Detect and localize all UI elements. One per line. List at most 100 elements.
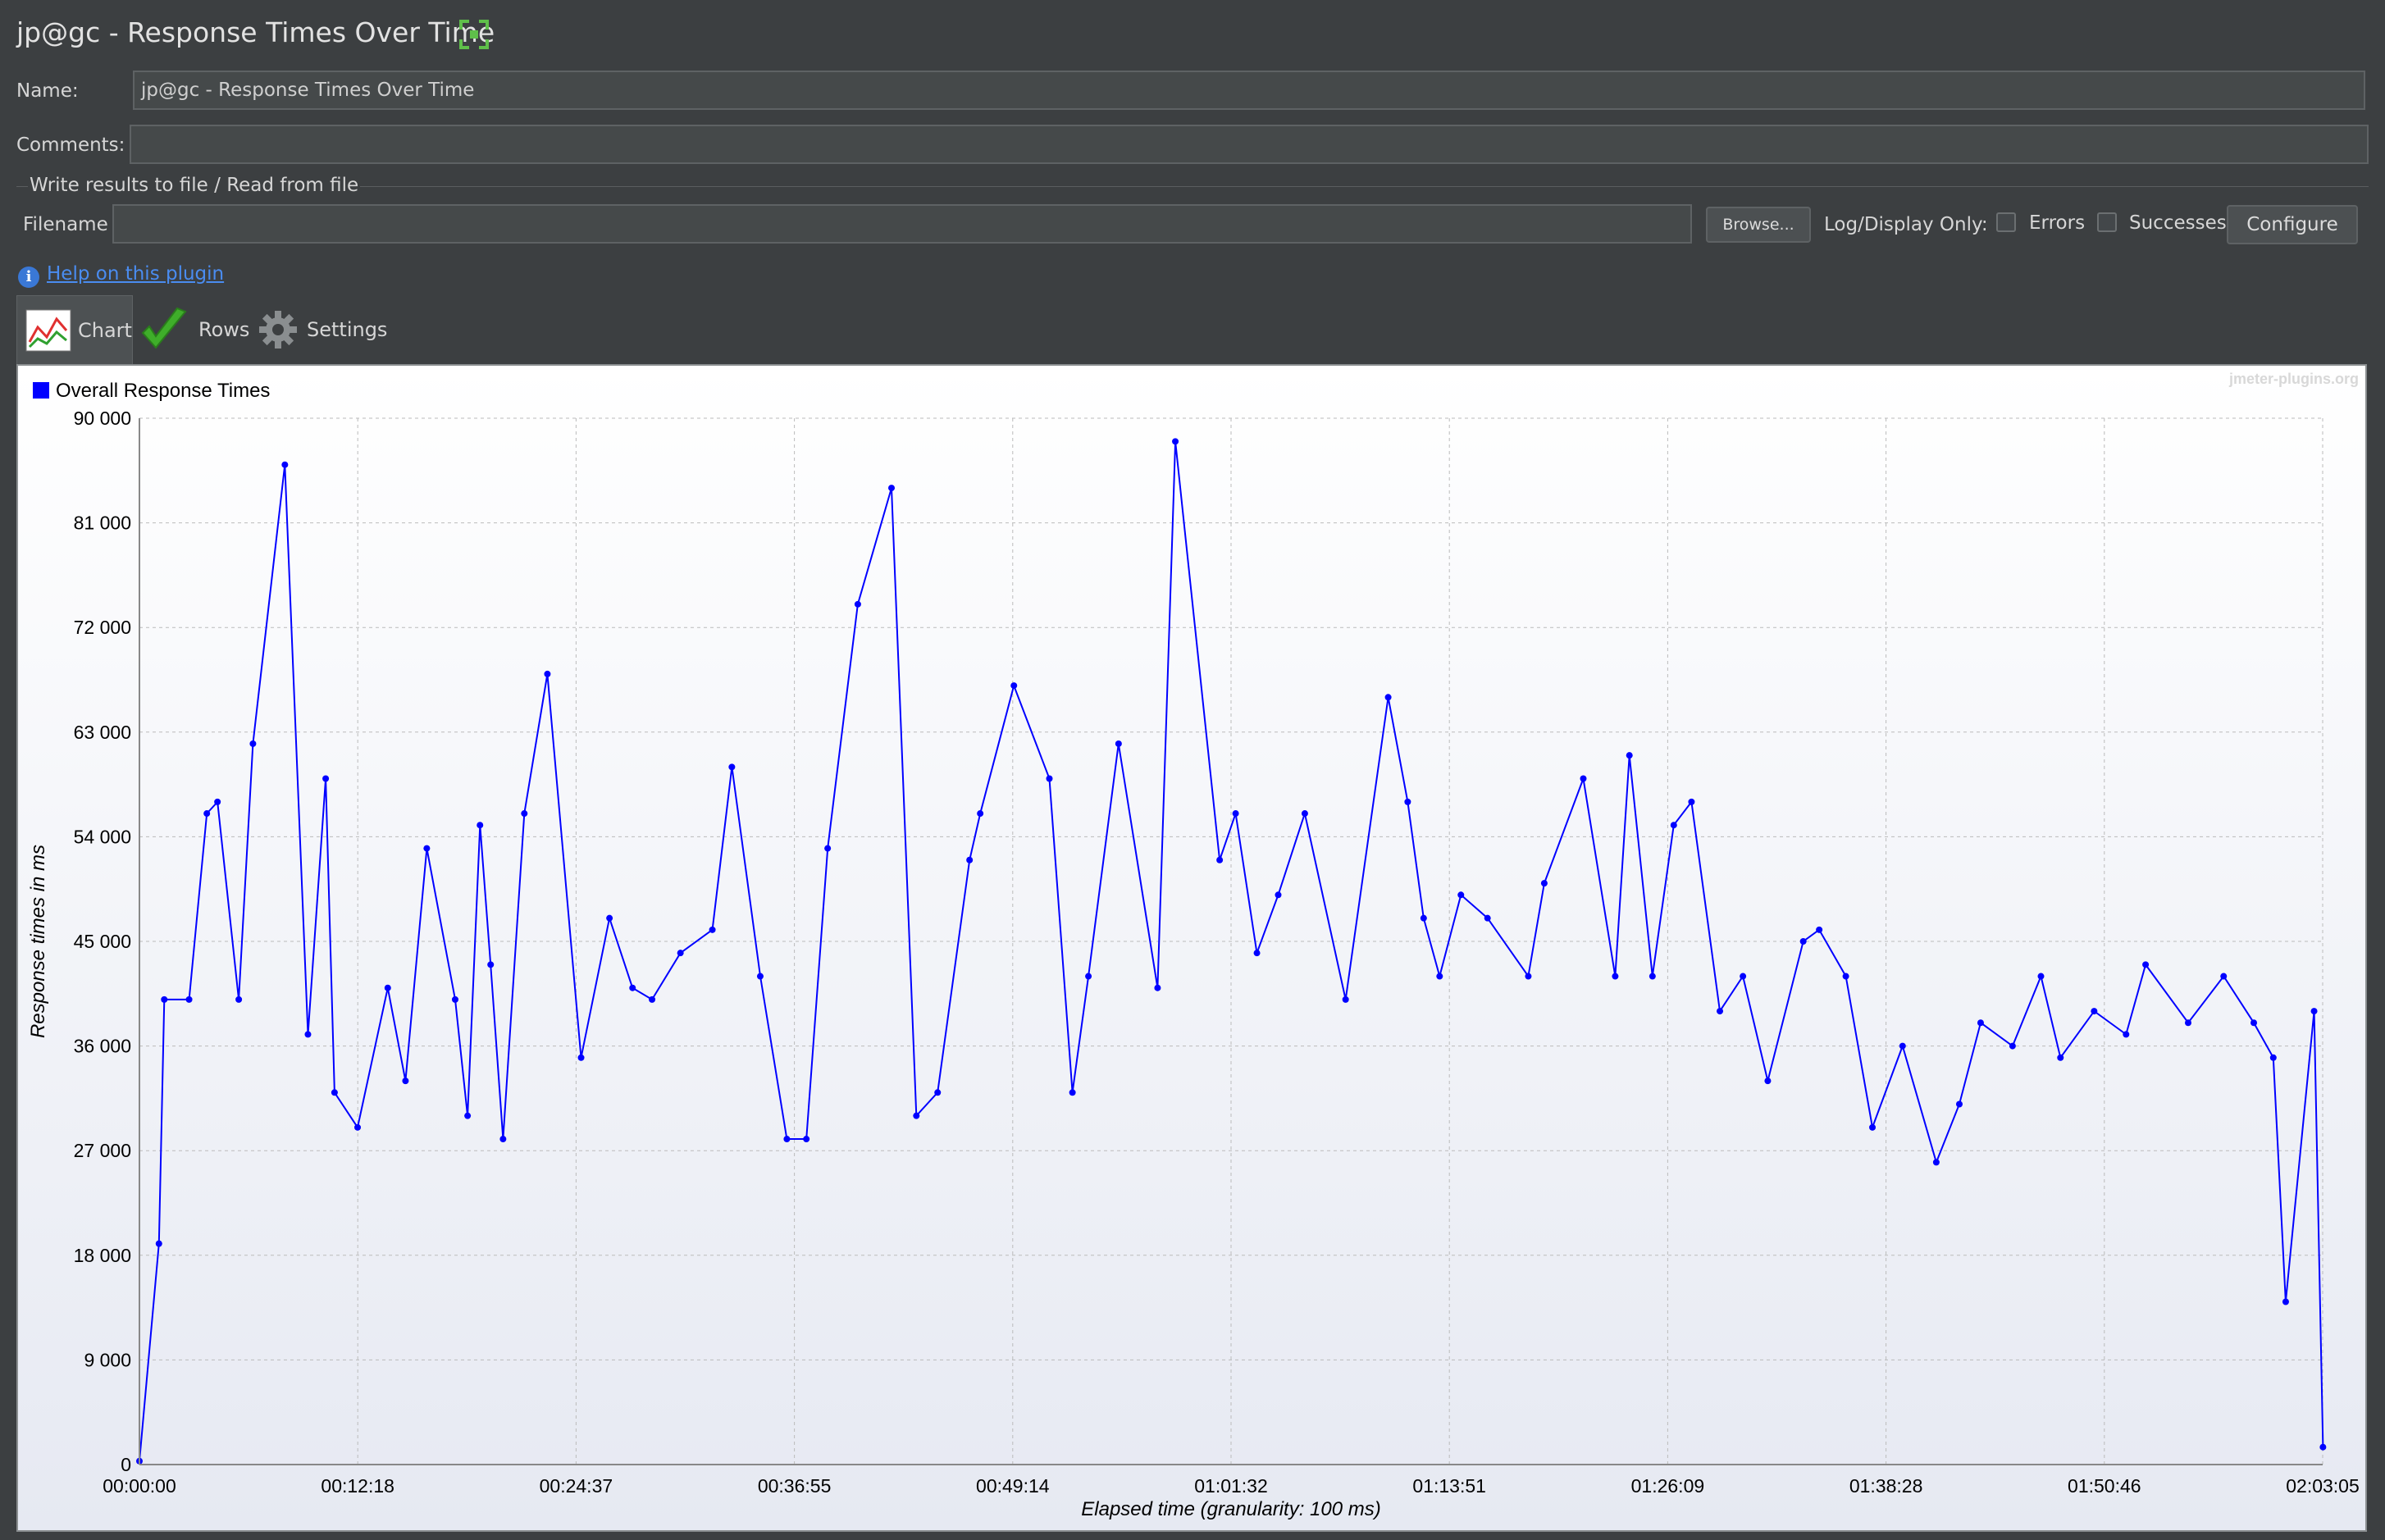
y-tick-label: 81 000: [74, 513, 131, 534]
comments-field[interactable]: [130, 125, 2369, 164]
data-point: [322, 775, 330, 782]
x-tick-label: 02:03:05: [2286, 1475, 2360, 1497]
x-tick-label: 00:24:37: [540, 1475, 613, 1497]
y-axis-ticks: 0 9 000 18 000 27 000 36 000 45 000 54 000 63 0…: [74, 408, 131, 1475]
data-point: [728, 763, 736, 771]
name-label: Name:: [16, 80, 79, 102]
data-point: [2220, 973, 2228, 980]
chart-icon: [25, 309, 71, 352]
filename-field[interactable]: [112, 204, 1692, 244]
tab-chart[interactable]: Chart: [16, 295, 133, 365]
errors-label: Errors: [2029, 212, 2086, 234]
data-point: [521, 810, 528, 818]
comments-label: Comments:: [16, 134, 125, 156]
data-point: [487, 961, 495, 968]
y-axis-title: Response times in ms: [27, 845, 49, 1038]
data-point: [331, 1089, 338, 1096]
data-point: [155, 1240, 162, 1247]
data-point: [934, 1089, 942, 1096]
data-point: [464, 1112, 472, 1119]
data-point: [888, 485, 896, 492]
data-point: [1816, 926, 1823, 933]
data-point: [1301, 810, 1308, 818]
data-point: [1717, 1008, 1724, 1015]
tab-rows-label: Rows: [198, 318, 250, 341]
data-point: [384, 984, 391, 991]
data-point: [709, 926, 716, 933]
data-point: [803, 1136, 810, 1143]
data-point: [1626, 752, 1633, 759]
data-point: [235, 996, 243, 1003]
x-tick-label: 00:00:00: [103, 1475, 176, 1497]
x-tick-label: 01:13:51: [1412, 1475, 1486, 1497]
expand-icon[interactable]: [459, 20, 489, 49]
name-field[interactable]: jp@gc - Response Times Over Time: [133, 71, 2365, 110]
data-point: [1436, 973, 1443, 980]
y-tick-label: 45 000: [74, 931, 131, 952]
data-point: [1764, 1078, 1772, 1085]
data-point: [402, 1078, 409, 1085]
data-point: [499, 1136, 507, 1143]
y-tick-label: 0: [121, 1454, 131, 1475]
data-point: [2250, 1019, 2258, 1027]
data-point: [2123, 1031, 2130, 1038]
tab-rows[interactable]: Rows: [138, 295, 253, 364]
data-point: [304, 1031, 312, 1038]
data-point: [249, 740, 257, 747]
legend-label: Overall Response Times: [56, 380, 270, 402]
data-point: [281, 461, 289, 468]
data-point: [2184, 1019, 2191, 1027]
data-point: [649, 996, 656, 1003]
tab-settings[interactable]: Settings: [258, 295, 389, 364]
x-axis-ticks: 00:00:00 00:12:18 00:24:37 00:36:55 00:49:14…: [103, 1475, 2360, 1497]
data-point: [2037, 973, 2045, 980]
data-point: [1899, 1042, 1906, 1050]
chart-panel: 0 9 000 18 000 27 000 36 000 45 000 54 000 63 0…: [16, 364, 2367, 1532]
configure-button[interactable]: Configure: [2227, 205, 2358, 244]
tab-settings-label: Settings: [307, 318, 388, 341]
x-tick-label: 01:26:09: [1631, 1475, 1705, 1497]
chart-grid: [139, 417, 2323, 1465]
data-point: [1232, 810, 1239, 818]
help-link[interactable]: Help on this plugin: [47, 263, 224, 285]
y-tick-label: 18 000: [74, 1245, 131, 1266]
legend-swatch: [33, 382, 49, 399]
data-point: [1956, 1100, 1963, 1108]
data-point: [1085, 973, 1092, 980]
data-point: [824, 845, 832, 852]
data-point: [1420, 914, 1427, 922]
x-tick-label: 00:36:55: [758, 1475, 832, 1497]
data-point: [1525, 973, 1532, 980]
browse-button[interactable]: Browse...: [1706, 207, 1811, 243]
watermark: jmeter-plugins.org: [2228, 371, 2359, 387]
data-point: [756, 973, 764, 980]
data-point: [966, 856, 974, 863]
data-point: [2091, 1008, 2098, 1015]
data-point: [1869, 1123, 1877, 1131]
data-point: [2009, 1042, 2016, 1050]
y-tick-label: 54 000: [74, 826, 131, 847]
data-point: [854, 600, 861, 608]
successes-checkbox[interactable]: [2097, 212, 2117, 232]
errors-checkbox[interactable]: [1996, 212, 2016, 232]
data-point: [1154, 984, 1161, 991]
filename-label: Filename: [23, 214, 108, 235]
x-tick-label: 00:12:18: [321, 1475, 394, 1497]
data-point: [2282, 1298, 2289, 1305]
data-point: [1342, 996, 1349, 1003]
tab-chart-label: Chart: [78, 319, 132, 342]
data-point: [203, 810, 211, 818]
data-point: [214, 798, 221, 805]
data-point: [2142, 961, 2150, 968]
data-point: [1404, 798, 1411, 805]
data-point: [1540, 880, 1548, 887]
file-section-title: Write results to file / Read from file: [28, 175, 361, 196]
data-point: [577, 1054, 585, 1061]
data-point: [1688, 798, 1695, 805]
data-point: [1580, 775, 1587, 782]
x-tick-label: 01:01:32: [1194, 1475, 1268, 1497]
response-times-chart: 0 9 000 18 000 27 000 36 000 45 000 54 000 63 0…: [27, 371, 2360, 1520]
data-point: [1172, 438, 1179, 445]
data-point: [1069, 1089, 1076, 1096]
data-point: [2310, 1008, 2318, 1015]
